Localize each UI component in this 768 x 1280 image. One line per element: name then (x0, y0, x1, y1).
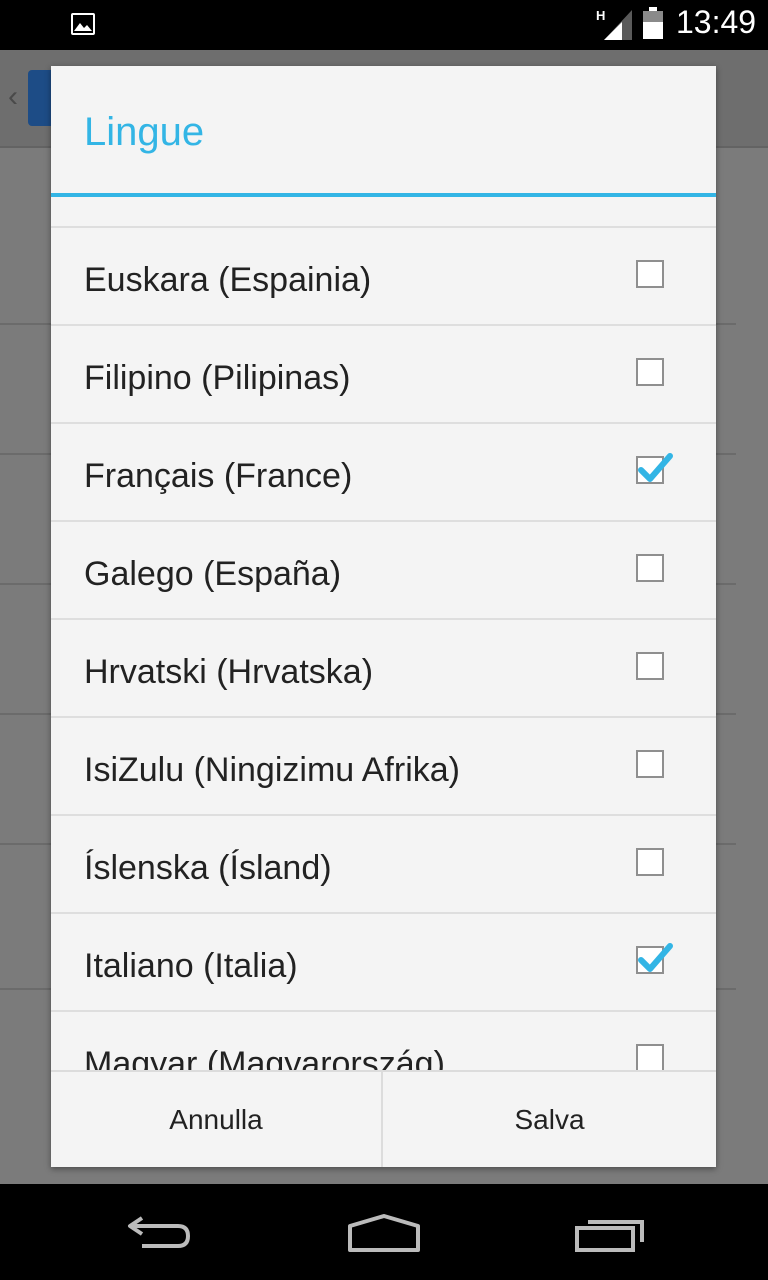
language-checkbox[interactable] (636, 1044, 664, 1070)
cancel-button[interactable]: Annulla (51, 1072, 383, 1167)
language-checkbox[interactable] (636, 848, 664, 876)
languages-dialog: Lingue Euskara (Espainia) Filipino (Pilip… (51, 66, 716, 1167)
language-list-item[interactable]: Italiano (Italia) (51, 912, 716, 1010)
language-list-item[interactable]: Français (France) (51, 422, 716, 520)
language-checkbox[interactable] (636, 554, 664, 582)
language-list-item[interactable]: Galego (España) (51, 520, 716, 618)
language-checkbox[interactable] (636, 453, 673, 484)
recent-apps-icon[interactable] (574, 1214, 646, 1254)
home-icon[interactable] (347, 1214, 421, 1254)
language-list-item[interactable]: Magyar (Magyarország) (51, 1010, 716, 1070)
language-label: Magyar (Magyarország) (84, 1045, 445, 1070)
language-checkbox[interactable] (636, 358, 664, 386)
language-list-item[interactable]: IsiZulu (Ningizimu Afrika) (51, 716, 716, 814)
language-list-item[interactable]: Euskara (Espainia) (51, 226, 716, 324)
up-chevron-icon: ‹ (8, 80, 18, 113)
language-list-item[interactable]: Hrvatski (Hrvatska) (51, 618, 716, 716)
language-checkbox[interactable] (636, 260, 664, 288)
back-icon[interactable] (124, 1212, 194, 1252)
languages-list[interactable]: Euskara (Espainia) Filipino (Pilipinas) Fr… (51, 197, 716, 1070)
language-list-item[interactable]: Filipino (Pilipinas) (51, 324, 716, 422)
language-list-item[interactable]: Íslenska (Ísland) (51, 814, 716, 912)
save-button[interactable]: Salva (383, 1072, 716, 1167)
language-label: Galego (España) (84, 555, 342, 593)
image-notification-icon (71, 13, 95, 35)
language-checkbox[interactable] (636, 750, 664, 778)
language-label: Italiano (Italia) (84, 947, 298, 985)
clock-time: 13:49 (676, 4, 757, 40)
language-list-item[interactable] (51, 197, 716, 226)
dialog-button-bar: Annulla Salva (51, 1070, 716, 1167)
signal-icon (604, 10, 632, 40)
language-label: Filipino (Pilipinas) (84, 359, 351, 397)
checkmark-icon (636, 448, 676, 488)
language-label: Íslenska (Ísland) (84, 849, 332, 887)
status-bar: H 13:49 (0, 0, 768, 50)
dialog-title: Lingue (84, 110, 205, 154)
language-checkbox[interactable] (636, 652, 664, 680)
language-label: IsiZulu (Ningizimu Afrika) (84, 751, 460, 789)
language-checkbox[interactable] (636, 943, 673, 974)
navigation-bar (0, 1184, 768, 1280)
language-label: Hrvatski (Hrvatska) (84, 653, 374, 691)
checkmark-icon (636, 938, 676, 978)
language-label: Français (France) (84, 457, 353, 495)
battery-icon (643, 7, 663, 39)
language-label: Euskara (Espainia) (84, 261, 372, 299)
